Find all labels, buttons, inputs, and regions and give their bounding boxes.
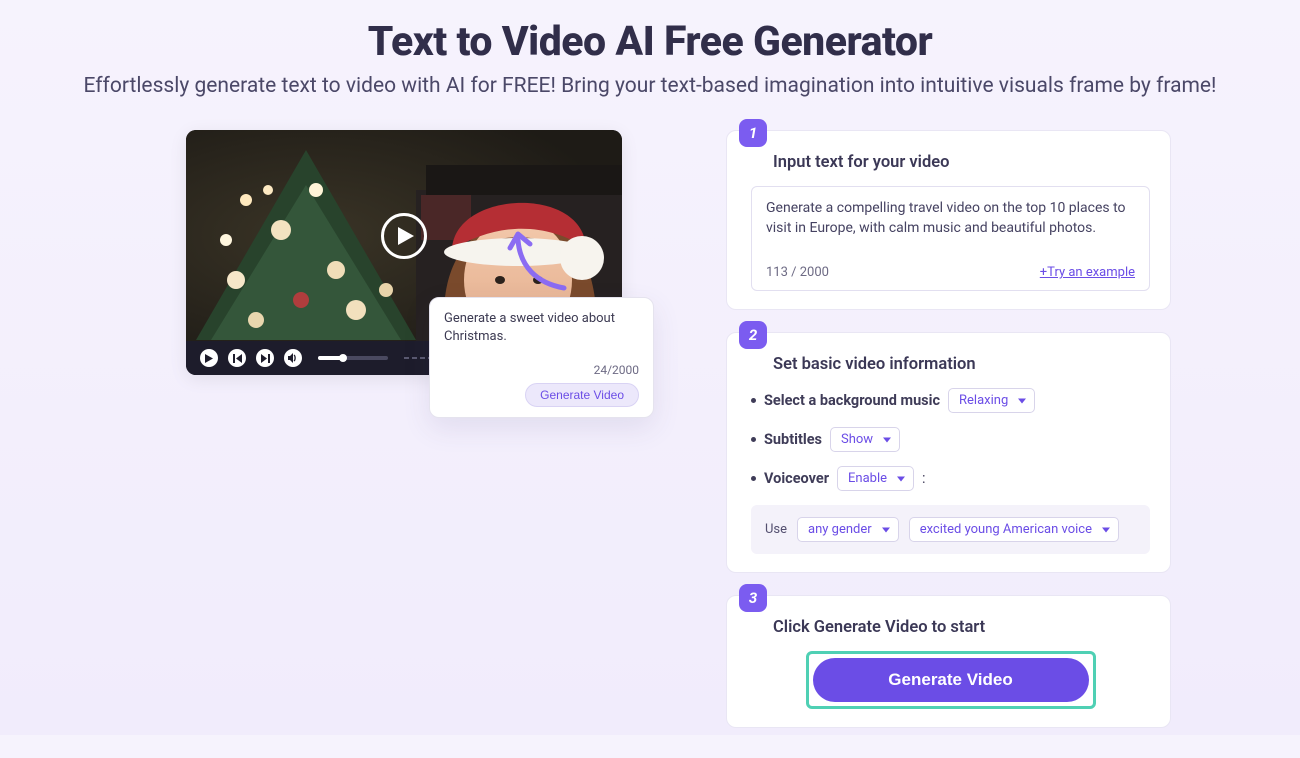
step-badge-2: 2: [739, 321, 767, 349]
step-badge-1: 1: [739, 119, 767, 147]
step-1-title: Input text for your video: [773, 153, 1150, 172]
colon: :: [922, 470, 926, 487]
char-count: 113 / 2000: [766, 265, 829, 280]
prompt-textbox[interactable]: Generate a compelling travel video on th…: [751, 186, 1150, 291]
bullet-icon: [751, 398, 756, 403]
step-2-title: Set basic video information: [773, 355, 1150, 374]
preview-column: Generate a sweet video about Christmas. …: [186, 130, 656, 728]
prompt-text[interactable]: Generate a compelling travel video on th…: [766, 199, 1135, 257]
subtitles-select[interactable]: Show: [830, 427, 900, 452]
gender-select[interactable]: any gender: [797, 517, 899, 542]
step-3-title: Click Generate Video to start: [773, 618, 1150, 637]
bg-music-select[interactable]: Relaxing: [948, 388, 1035, 413]
bullet-icon: [751, 437, 756, 442]
bg-music-label: Select a background music: [764, 392, 940, 409]
volume-button[interactable]: [284, 349, 302, 367]
page-title: Text to Video AI Free Generator: [60, 18, 1240, 66]
step-3: 3 Click Generate Video to start Generate…: [726, 595, 1171, 728]
voiceover-select[interactable]: Enable: [837, 466, 914, 491]
seek-slider[interactable]: [318, 356, 388, 360]
steps-column: 1 Input text for your video Generate a c…: [726, 130, 1171, 728]
voice-use-box: Use any gender excited young American vo…: [751, 505, 1150, 554]
popover-charcount: 24/2000: [444, 363, 639, 377]
bullet-icon: [751, 476, 756, 481]
step-2: 2 Set basic video information Select a b…: [726, 332, 1171, 573]
popover-generate-button[interactable]: Generate Video: [525, 383, 639, 407]
popover-text: Generate a sweet video about Christmas.: [444, 310, 639, 345]
generate-video-button[interactable]: Generate Video: [813, 658, 1089, 702]
voice-select[interactable]: excited young American voice: [909, 517, 1119, 542]
next-button[interactable]: [256, 349, 274, 367]
step-badge-3: 3: [739, 584, 767, 612]
play-icon[interactable]: [381, 213, 427, 259]
generate-highlight: Generate Video: [806, 651, 1096, 709]
subtitles-label: Subtitles: [764, 431, 822, 448]
voiceover-label: Voiceover: [764, 470, 829, 487]
play-button[interactable]: [200, 349, 218, 367]
step-1: 1 Input text for your video Generate a c…: [726, 130, 1171, 310]
use-label: Use: [765, 522, 787, 537]
preview-popover: Generate a sweet video about Christmas. …: [429, 297, 654, 418]
prev-button[interactable]: [228, 349, 246, 367]
page-subtitle: Effortlessly generate text to video with…: [60, 72, 1240, 100]
try-example-link[interactable]: +Try an example: [1040, 265, 1135, 280]
